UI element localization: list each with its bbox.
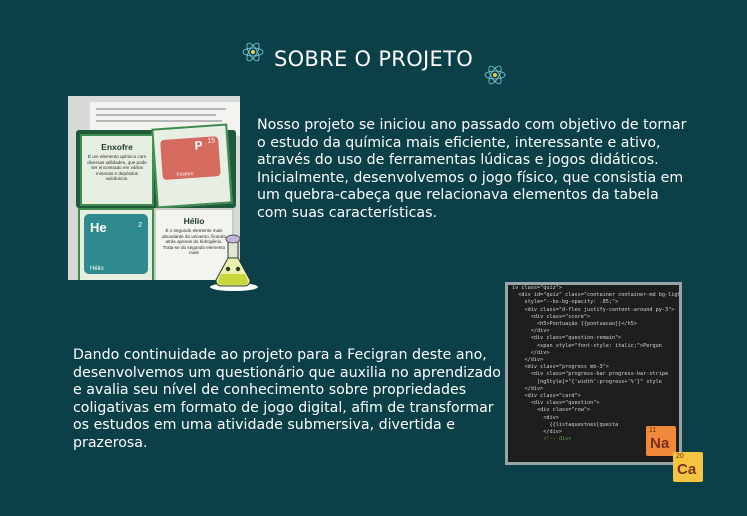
code-line: style="--bs-bg-opacity: .85;"> <box>512 299 619 306</box>
card-enxofre-title: Enxofre <box>101 142 133 152</box>
code-line: [ngStyle]="{'width':progress+'%'}" style <box>512 378 662 385</box>
code-line: </div> <box>512 328 550 335</box>
element-tile-he: He 2 Hélio <box>84 214 148 274</box>
element-symbol: P <box>194 138 204 153</box>
element-number: 2 <box>138 222 142 229</box>
code-line: <div class="d-flex justify-content-aroun… <box>512 306 675 313</box>
continuation-paragraph: Dando continuidade ao projeto para a Fec… <box>73 347 501 451</box>
element-name: Hélio <box>90 266 104 272</box>
element-name: Fósforo <box>176 170 194 179</box>
code-line: <div class="question"> <box>512 400 600 407</box>
code-line: <span style="font-style: italic;">Pergun <box>512 342 662 349</box>
code-line: </div> <box>512 349 550 356</box>
flask-icon <box>210 234 258 291</box>
atom-icon <box>484 65 506 85</box>
code-line: <div id="quiz" class="container containe… <box>512 292 682 299</box>
element-tile-na: 11 Na <box>646 426 676 456</box>
intro-paragraph-2: Inicialmente, desenvolvemos o jogo físic… <box>257 169 684 221</box>
element-number: 15 <box>207 137 216 145</box>
card-enxofre-text: É um elemento químico com diversas utili… <box>87 154 147 182</box>
tile-number: 20 <box>676 453 684 460</box>
code-line: </div> <box>512 357 544 364</box>
tile-symbol: Ca <box>677 461 697 478</box>
code-line: <div class="question-remain"> <box>512 335 622 342</box>
card-enxofre: Enxofre É um elemento químico com divers… <box>80 134 154 206</box>
code-line: <h5>Pontuação {{pontuacao}}</h5> <box>512 321 637 328</box>
element-tile-ca: 20 Ca <box>673 452 703 482</box>
code-line: <div class="card"> <box>512 393 581 400</box>
code-line: <div class="progress-bar progress-bar-st… <box>512 371 669 378</box>
card-helio-title: Hélio <box>183 216 205 226</box>
intro-text: Nosso projeto se iniciou ano passado com… <box>257 117 687 223</box>
card-he: He 2 Hélio <box>78 208 154 280</box>
card-fosforo: P 15 Fósforo <box>151 123 233 209</box>
code-line: <div class="row"> <box>512 407 591 414</box>
element-symbol: He <box>90 220 107 235</box>
code-line: iv class="quiz"> <box>512 285 562 291</box>
code-line: </div> <box>512 385 544 392</box>
element-tile-p: P 15 Fósforo <box>160 136 221 181</box>
tile-symbol: Na <box>650 435 670 452</box>
page-title: SOBRE O PROJETO <box>273 47 474 71</box>
code-line: <div class="progress mb-3"> <box>512 364 609 371</box>
code-line: <div class="score"> <box>512 313 591 320</box>
continuation-text: Dando continuidade ao projeto para a Fec… <box>73 347 513 453</box>
intro-paragraph-1: Nosso projeto se iniciou ano passado com… <box>257 117 687 169</box>
tile-number: 11 <box>649 427 657 434</box>
code-line: <div> <box>512 414 559 421</box>
